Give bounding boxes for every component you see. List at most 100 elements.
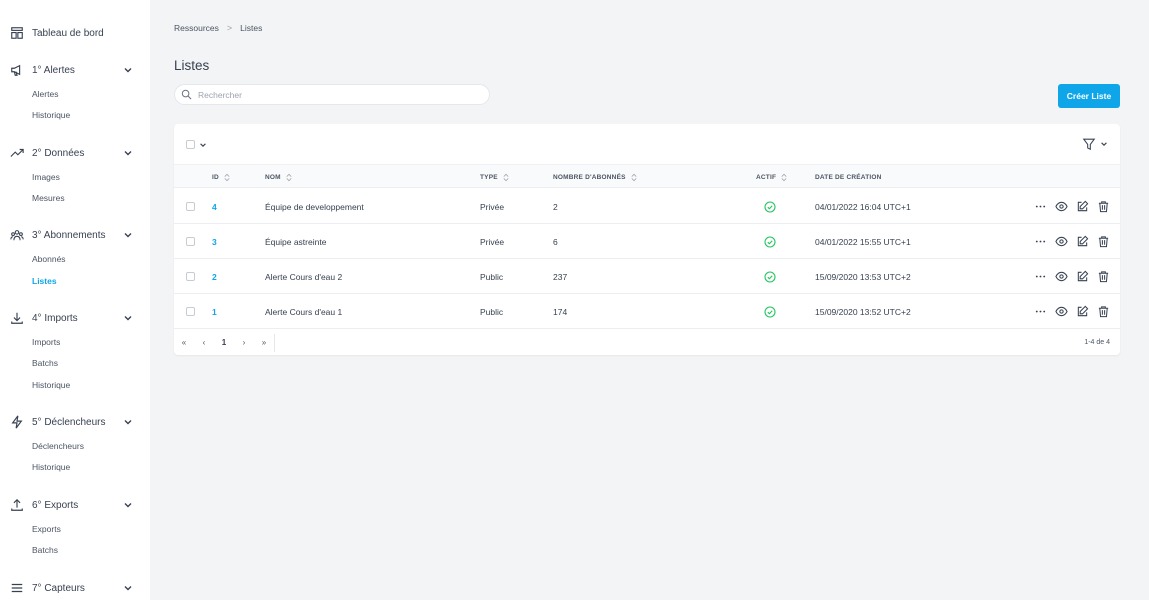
column-header-id[interactable]: ID bbox=[212, 165, 231, 189]
bulk-select[interactable] bbox=[186, 140, 207, 149]
row-type: Public bbox=[480, 271, 504, 282]
row-checkbox[interactable] bbox=[186, 307, 195, 316]
more-icon[interactable] bbox=[1034, 200, 1047, 213]
nav-group-capteurs[interactable]: 7° Capteurs bbox=[10, 578, 132, 598]
column-header-date[interactable]: DATE DE CRÉATION bbox=[815, 165, 882, 189]
next-page-button[interactable]: › bbox=[234, 338, 254, 347]
breadcrumb-separator: > bbox=[226, 23, 233, 33]
column-header-label: NOMBRE D'ABONNÉS bbox=[553, 173, 626, 181]
breadcrumb-root[interactable]: Ressources bbox=[174, 23, 219, 33]
row-id-link[interactable]: 4 bbox=[212, 189, 217, 224]
table-row[interactable]: 1 Alerte Cours d'eau 1 Public 174 15/09/… bbox=[174, 294, 1120, 329]
sort-icon[interactable] bbox=[223, 173, 231, 182]
select-all-checkbox[interactable] bbox=[186, 140, 195, 149]
active-check-icon bbox=[764, 259, 776, 294]
active-check-icon bbox=[764, 224, 776, 259]
download-icon bbox=[10, 311, 24, 325]
chevron-down-icon bbox=[124, 503, 132, 508]
row-actions bbox=[1026, 294, 1110, 329]
eye-icon[interactable] bbox=[1055, 305, 1068, 318]
nav-group-donnees[interactable]: 2° Données bbox=[10, 143, 132, 163]
sidebar-item-historique[interactable]: Historique bbox=[32, 108, 70, 122]
trash-icon[interactable] bbox=[1097, 235, 1110, 248]
nav-group-alertes[interactable]: 1° Alertes bbox=[10, 60, 132, 80]
chevron-down-icon[interactable] bbox=[1100, 140, 1108, 148]
edit-icon[interactable] bbox=[1076, 270, 1089, 283]
edit-icon[interactable] bbox=[1076, 200, 1089, 213]
sidebar-item-historique[interactable]: Historique bbox=[32, 378, 70, 392]
sidebar-item-abonnes[interactable]: Abonnés bbox=[32, 252, 66, 266]
sidebar-item-listes[interactable]: Listes bbox=[32, 274, 57, 288]
sidebar-item-alertes[interactable]: Alertes bbox=[32, 87, 58, 101]
first-page-button[interactable]: « bbox=[174, 338, 194, 347]
column-header-type[interactable]: TYPE bbox=[480, 165, 510, 189]
prev-page-button[interactable]: ‹ bbox=[194, 338, 214, 347]
row-date: 15/09/2020 13:53 UTC+2 bbox=[815, 271, 911, 282]
table-row[interactable]: 2 Alerte Cours d'eau 2 Public 237 15/09/… bbox=[174, 259, 1120, 294]
trash-icon[interactable] bbox=[1097, 305, 1110, 318]
row-nom: Alerte Cours d'eau 2 bbox=[265, 271, 343, 282]
nav-dashboard-label: Tableau de bord bbox=[32, 27, 104, 39]
nav-group-declencheurs[interactable]: 5° Déclencheurs bbox=[10, 412, 132, 432]
table-row[interactable]: 3 Équipe astreinte Privée 6 04/01/2022 1… bbox=[174, 224, 1120, 259]
trash-icon[interactable] bbox=[1097, 270, 1110, 283]
table-row[interactable]: 4 Équipe de developpement Privée 2 04/01… bbox=[174, 189, 1120, 224]
table-card: ID NOM TYPE NOMBRE D'ABONNÉS ACTIF DATE … bbox=[174, 124, 1120, 355]
sidebar-item-mesures[interactable]: Mesures bbox=[32, 191, 65, 205]
edit-icon[interactable] bbox=[1076, 235, 1089, 248]
more-icon[interactable] bbox=[1034, 305, 1047, 318]
sidebar-item-images[interactable]: Images bbox=[32, 170, 60, 184]
sidebar-item-batchs[interactable]: Batchs bbox=[32, 356, 58, 370]
row-checkbox[interactable] bbox=[186, 272, 195, 281]
column-header-abonnes[interactable]: NOMBRE D'ABONNÉS bbox=[553, 165, 638, 189]
sort-icon[interactable] bbox=[502, 173, 510, 182]
last-page-button[interactable]: » bbox=[254, 338, 274, 347]
dashboard-icon bbox=[10, 26, 24, 40]
row-checkbox[interactable] bbox=[186, 202, 195, 211]
sort-icon[interactable] bbox=[630, 173, 638, 182]
nav-group-imports[interactable]: 4° Imports bbox=[10, 308, 132, 328]
row-date: 15/09/2020 13:52 UTC+2 bbox=[815, 306, 911, 317]
row-id-link[interactable]: 2 bbox=[212, 259, 217, 294]
sidebar-item-imports[interactable]: Imports bbox=[32, 335, 60, 349]
create-list-button[interactable]: Créer Liste bbox=[1058, 84, 1120, 108]
search-input[interactable] bbox=[198, 89, 478, 100]
edit-icon[interactable] bbox=[1076, 305, 1089, 318]
more-icon[interactable] bbox=[1034, 235, 1047, 248]
menu-icon bbox=[10, 581, 24, 595]
column-header-actif[interactable]: ACTIF bbox=[756, 165, 788, 189]
column-header-nom[interactable]: NOM bbox=[265, 165, 293, 189]
chevron-down-icon[interactable] bbox=[199, 141, 207, 149]
nav-group-exports[interactable]: 6° Exports bbox=[10, 495, 132, 515]
row-checkbox[interactable] bbox=[186, 237, 195, 246]
eye-icon[interactable] bbox=[1055, 235, 1068, 248]
row-nom: Alerte Cours d'eau 1 bbox=[265, 306, 343, 317]
table-header: ID NOM TYPE NOMBRE D'ABONNÉS ACTIF DATE … bbox=[174, 164, 1120, 188]
pagination: « ‹ 1 › » 1-4 de 4 bbox=[174, 330, 1120, 355]
chevron-down-icon bbox=[124, 316, 132, 321]
page-number-button[interactable]: 1 bbox=[214, 338, 234, 347]
nav-group-abonnements[interactable]: 3° Abonnements bbox=[10, 225, 132, 245]
sidebar-item-declencheurs[interactable]: Déclencheurs bbox=[32, 439, 84, 453]
row-id-link[interactable]: 1 bbox=[212, 294, 217, 329]
row-actions bbox=[1026, 259, 1110, 294]
sort-icon[interactable] bbox=[780, 173, 788, 182]
eye-icon[interactable] bbox=[1055, 270, 1068, 283]
sort-icon[interactable] bbox=[285, 173, 293, 182]
nav-dashboard[interactable]: Tableau de bord bbox=[10, 23, 104, 43]
chevron-down-icon bbox=[124, 586, 132, 591]
sidebar-item-exports[interactable]: Exports bbox=[32, 522, 61, 536]
sidebar-item-batchs[interactable]: Batchs bbox=[32, 543, 58, 557]
more-icon[interactable] bbox=[1034, 270, 1047, 283]
sidebar-item-historique[interactable]: Historique bbox=[32, 460, 70, 474]
row-nom: Équipe de developpement bbox=[265, 201, 364, 212]
nav-group-label: 1° Alertes bbox=[32, 64, 75, 76]
trash-icon[interactable] bbox=[1097, 200, 1110, 213]
nav-group-label: 2° Données bbox=[32, 147, 85, 159]
megaphone-icon bbox=[10, 63, 24, 77]
filter-button[interactable] bbox=[1082, 137, 1108, 151]
eye-icon[interactable] bbox=[1055, 200, 1068, 213]
row-id-link[interactable]: 3 bbox=[212, 224, 217, 259]
row-type: Privée bbox=[480, 236, 505, 247]
filter-icon[interactable] bbox=[1082, 137, 1096, 151]
